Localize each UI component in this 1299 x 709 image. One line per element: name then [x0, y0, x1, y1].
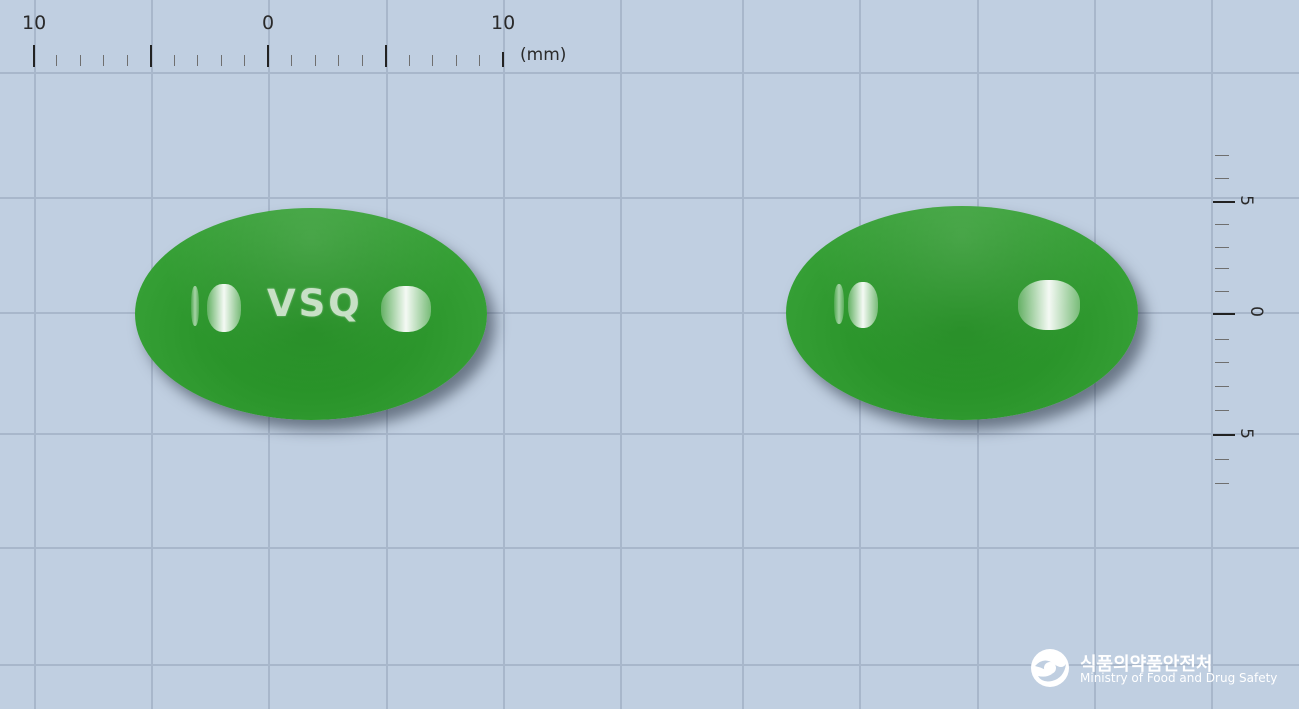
ruler-tick — [174, 55, 175, 66]
ruler-tick — [267, 45, 269, 67]
ruler-tick — [1215, 178, 1229, 179]
ruler-label-right-10: 10 — [491, 12, 516, 34]
ruler-tick — [1215, 386, 1229, 387]
ruler-tick — [56, 55, 57, 66]
ruler-tick — [1215, 362, 1229, 363]
ruler-tick — [1213, 434, 1235, 436]
ruler-tick — [221, 55, 222, 66]
ministry-logo-icon — [1031, 649, 1069, 687]
ruler-tick — [456, 55, 457, 66]
ruler-unit-label: (mm) — [520, 45, 567, 65]
ruler-tick — [1215, 291, 1229, 292]
grid-line — [1211, 0, 1213, 709]
grid-line — [0, 433, 1299, 435]
ruler-tick — [385, 45, 387, 67]
ruler-tick — [432, 55, 433, 66]
ruler-label-zero: 0 — [262, 12, 275, 34]
ruler-tick — [33, 45, 35, 67]
ruler-tick — [479, 55, 480, 66]
ruler-label-top-5: 5 — [1235, 195, 1256, 206]
grid-line — [0, 547, 1299, 549]
grid-line — [0, 197, 1299, 199]
grid-line — [620, 0, 622, 709]
ruler-label-zero-vertical: 0 — [1245, 306, 1266, 317]
ruler-label-bottom-5: 5 — [1235, 428, 1256, 439]
ruler-tick — [291, 55, 292, 66]
ruler-tick — [315, 55, 316, 66]
grid-line — [503, 0, 505, 709]
pill-highlight — [207, 284, 241, 332]
ruler-tick — [1213, 313, 1235, 315]
ruler-tick — [338, 55, 339, 66]
ruler-tick — [362, 55, 363, 66]
ruler-tick — [1215, 155, 1229, 156]
pill-highlight — [834, 284, 844, 324]
ruler-tick — [103, 55, 104, 66]
ruler-tick — [244, 55, 245, 66]
ruler-tick — [80, 55, 81, 66]
ruler-tick — [409, 55, 410, 66]
pill-back — [786, 206, 1138, 420]
pill-front: VSQ — [135, 208, 487, 420]
ruler-tick — [127, 55, 128, 66]
ruler-tick — [1215, 459, 1229, 460]
grid-line — [34, 0, 36, 709]
ruler-tick — [1215, 247, 1229, 248]
ruler-label-left-10: 10 — [22, 12, 47, 34]
ruler-tick — [1215, 483, 1229, 484]
ruler-tick — [1215, 268, 1229, 269]
pill-highlight — [1018, 280, 1080, 330]
pill-highlight — [848, 282, 878, 328]
ruler-tick — [150, 45, 152, 67]
ruler-tick — [197, 55, 198, 66]
grid-line — [742, 0, 744, 709]
pill-imprint: VSQ — [267, 282, 363, 325]
ruler-tick — [1215, 410, 1229, 411]
ministry-name-english: Ministry of Food and Drug Safety — [1080, 671, 1278, 685]
ruler-tick — [1215, 339, 1229, 340]
pill-highlight — [191, 286, 199, 326]
ruler-tick — [1213, 201, 1235, 203]
ruler-tick — [1215, 224, 1229, 225]
ruler-tick — [502, 52, 504, 67]
pill-highlight — [381, 286, 431, 332]
grid-line — [0, 72, 1299, 74]
